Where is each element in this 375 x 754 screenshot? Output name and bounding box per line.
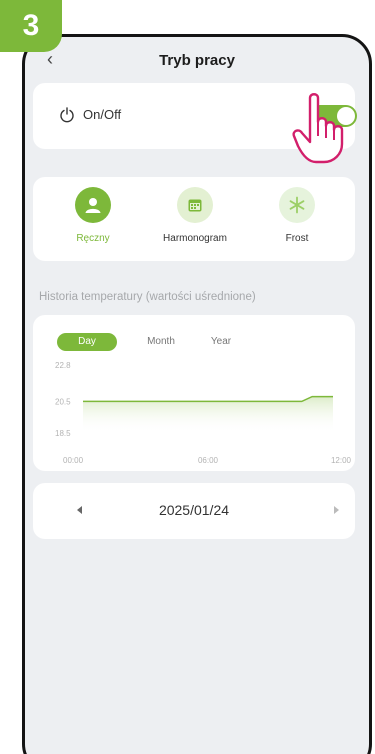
snowflake-icon [279, 187, 315, 223]
calendar-icon [177, 187, 213, 223]
mode-label: Ręczny [76, 233, 110, 244]
y-tick-label: 22.8 [55, 361, 71, 370]
x-tick-label: 06:00 [198, 456, 219, 465]
mode-frost[interactable]: Frost [247, 187, 347, 244]
history-title: Historia temperatury (wartości uśrednion… [39, 291, 256, 303]
mode-card: Ręczny Harmonogram Frost [33, 177, 355, 261]
mode-manual[interactable]: Ręczny [43, 187, 143, 244]
mode-label: Harmonogram [163, 233, 227, 244]
step-badge: 3 [0, 0, 62, 52]
date-label: 2025/01/24 [158, 502, 230, 518]
series-line [83, 395, 333, 403]
person-icon [75, 187, 111, 223]
page-title: Tryb pracy [159, 52, 235, 69]
power-icon [60, 107, 74, 123]
mode-label: Frost [285, 233, 309, 244]
y-tick-label: 18.5 [55, 429, 71, 438]
mode-schedule[interactable]: Harmonogram [145, 187, 245, 244]
back-icon[interactable]: ‹ [47, 49, 53, 70]
next-day-icon[interactable] [329, 503, 343, 517]
app-header: ‹ Tryb pracy [25, 43, 369, 79]
y-tick-label: 20.5 [55, 397, 71, 406]
power-label: On/Off [83, 107, 122, 122]
temperature-chart: 22.8 20.5 18.5 00:00 06:00 12:00 [55, 361, 352, 465]
chart-card: Day Month Year 22.8 20.5 18.5 00:00 06:00 12:… [33, 315, 355, 471]
date-nav-card: 2025/01/24 [33, 483, 355, 539]
hand-pointer-icon [292, 93, 344, 164]
x-tick-label: 00:00 [63, 456, 84, 465]
x-tick-label: 12:00 [331, 456, 352, 465]
